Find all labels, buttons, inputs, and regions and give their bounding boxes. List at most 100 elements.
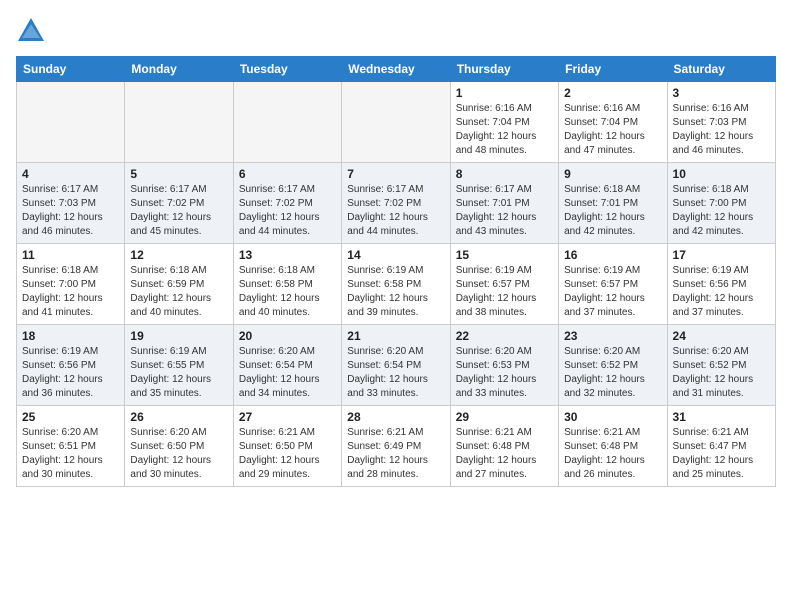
day-number: 12: [130, 248, 227, 262]
day-number: 22: [456, 329, 553, 343]
day-number: 10: [673, 167, 770, 181]
calendar-cell: [233, 82, 341, 163]
day-info: Sunrise: 6:17 AM Sunset: 7:02 PM Dayligh…: [130, 183, 227, 239]
calendar-cell: 19Sunrise: 6:19 AM Sunset: 6:55 PM Dayli…: [125, 325, 233, 406]
calendar-cell: 18 Sunrise: 6:19 AM Sunset: 6:56 PM Dayli…: [17, 325, 125, 406]
day-info: Sunrise: 6:21 AM Sunset: 6:48 PM Dayligh…: [456, 426, 553, 482]
day-number: 1: [456, 86, 553, 100]
calendar-cell: 29 Sunrise: 6:21 AM Sunset: 6:48 PM Dayli…: [450, 406, 558, 487]
calendar-cell: 27Sunrise: 6:21 AM Sunset: 6:50 PM Dayli…: [233, 406, 341, 487]
day-info: Sunrise: 6:16 AM Sunset: 7:04 PM Dayligh…: [564, 102, 661, 158]
calendar-cell: 5 Sunrise: 6:17 AM Sunset: 7:02 PM Daylig…: [125, 163, 233, 244]
day-number: 5: [130, 167, 227, 181]
day-info: Sunrise: 6:20 AM Sunset: 6:53 PM Dayligh…: [456, 345, 553, 401]
day-info: Sunrise: 6:20 AM Sunset: 6:50 PM Dayligh…: [130, 426, 227, 482]
calendar-cell: 23 Sunrise: 6:20 AM Sunset: 6:52 PM Dayli…: [559, 325, 667, 406]
calendar-cell: 25 Sunrise: 6:20 AM Sunset: 6:51 PM Dayli…: [17, 406, 125, 487]
day-info: Sunrise: 6:21 AM Sunset: 6:48 PM Dayligh…: [564, 426, 661, 482]
day-info: Sunrise: 6:21 AM Sunset: 6:49 PM Dayligh…: [347, 426, 444, 482]
header-cell-friday: Friday: [559, 57, 667, 82]
day-number: 23: [564, 329, 661, 343]
day-number: 24: [673, 329, 770, 343]
day-info: Sunrise: 6:20 AM Sunset: 6:52 PM Dayligh…: [564, 345, 661, 401]
day-number: 31: [673, 410, 770, 424]
calendar-cell: 22 Sunrise: 6:20 AM Sunset: 6:53 PM Dayli…: [450, 325, 558, 406]
calendar-cell: 30 Sunrise: 6:21 AM Sunset: 6:48 PM Dayli…: [559, 406, 667, 487]
day-info: Sunrise: 6:20 AM Sunset: 6:54 PM Dayligh…: [347, 345, 444, 401]
week-row: 1 Sunrise: 6:16 AM Sunset: 7:04 PM Daylig…: [17, 82, 776, 163]
calendar-cell: 4 Sunrise: 6:17 AM Sunset: 7:03 PM Daylig…: [17, 163, 125, 244]
logo-icon: [16, 16, 46, 46]
calendar-cell: 6 Sunrise: 6:17 AM Sunset: 7:02 PM Daylig…: [233, 163, 341, 244]
day-info: Sunrise: 6:18 AM Sunset: 6:59 PM Dayligh…: [130, 264, 227, 320]
header-cell-saturday: Saturday: [667, 57, 775, 82]
calendar-cell: 10 Sunrise: 6:18 AM Sunset: 7:00 PM Dayli…: [667, 163, 775, 244]
week-row: 4 Sunrise: 6:17 AM Sunset: 7:03 PM Daylig…: [17, 163, 776, 244]
calendar-cell: 15Sunrise: 6:19 AM Sunset: 6:57 PM Dayli…: [450, 244, 558, 325]
logo: [16, 16, 50, 46]
day-number: 19: [130, 329, 227, 343]
calendar-cell: 31Sunrise: 6:21 AM Sunset: 6:47 PM Dayli…: [667, 406, 775, 487]
day-info: Sunrise: 6:18 AM Sunset: 7:00 PM Dayligh…: [673, 183, 770, 239]
day-number: 21: [347, 329, 444, 343]
calendar-cell: [125, 82, 233, 163]
day-number: 13: [239, 248, 336, 262]
header-cell-sunday: Sunday: [17, 57, 125, 82]
calendar-cell: 24Sunrise: 6:20 AM Sunset: 6:52 PM Dayli…: [667, 325, 775, 406]
calendar-cell: 1 Sunrise: 6:16 AM Sunset: 7:04 PM Daylig…: [450, 82, 558, 163]
calendar-cell: 9 Sunrise: 6:18 AM Sunset: 7:01 PM Daylig…: [559, 163, 667, 244]
day-number: 20: [239, 329, 336, 343]
day-info: Sunrise: 6:17 AM Sunset: 7:03 PM Dayligh…: [22, 183, 119, 239]
week-row: 25 Sunrise: 6:20 AM Sunset: 6:51 PM Dayli…: [17, 406, 776, 487]
header-cell-tuesday: Tuesday: [233, 57, 341, 82]
calendar-header: SundayMondayTuesdayWednesdayThursdayFrid…: [17, 57, 776, 82]
day-number: 29: [456, 410, 553, 424]
week-row: 18 Sunrise: 6:19 AM Sunset: 6:56 PM Dayli…: [17, 325, 776, 406]
day-info: Sunrise: 6:17 AM Sunset: 7:02 PM Dayligh…: [239, 183, 336, 239]
day-number: 25: [22, 410, 119, 424]
day-number: 4: [22, 167, 119, 181]
day-number: 3: [673, 86, 770, 100]
day-info: Sunrise: 6:16 AM Sunset: 7:04 PM Dayligh…: [456, 102, 553, 158]
day-info: Sunrise: 6:18 AM Sunset: 7:01 PM Dayligh…: [564, 183, 661, 239]
calendar-cell: 14Sunrise: 6:19 AM Sunset: 6:58 PM Dayli…: [342, 244, 450, 325]
day-info: Sunrise: 6:16 AM Sunset: 7:03 PM Dayligh…: [673, 102, 770, 158]
calendar-cell: 2 Sunrise: 6:16 AM Sunset: 7:04 PM Daylig…: [559, 82, 667, 163]
calendar-table: SundayMondayTuesdayWednesdayThursdayFrid…: [16, 56, 776, 487]
day-number: 16: [564, 248, 661, 262]
day-number: 28: [347, 410, 444, 424]
day-number: 18: [22, 329, 119, 343]
day-info: Sunrise: 6:17 AM Sunset: 7:02 PM Dayligh…: [347, 183, 444, 239]
day-info: Sunrise: 6:19 AM Sunset: 6:56 PM Dayligh…: [22, 345, 119, 401]
day-info: Sunrise: 6:21 AM Sunset: 6:50 PM Dayligh…: [239, 426, 336, 482]
calendar-cell: 8 Sunrise: 6:17 AM Sunset: 7:01 PM Daylig…: [450, 163, 558, 244]
calendar-cell: 7 Sunrise: 6:17 AM Sunset: 7:02 PM Daylig…: [342, 163, 450, 244]
day-number: 6: [239, 167, 336, 181]
day-info: Sunrise: 6:20 AM Sunset: 6:51 PM Dayligh…: [22, 426, 119, 482]
page-header: [16, 16, 776, 46]
day-number: 9: [564, 167, 661, 181]
day-number: 2: [564, 86, 661, 100]
day-info: Sunrise: 6:18 AM Sunset: 7:00 PM Dayligh…: [22, 264, 119, 320]
calendar-cell: 28 Sunrise: 6:21 AM Sunset: 6:49 PM Dayli…: [342, 406, 450, 487]
day-number: 8: [456, 167, 553, 181]
week-row: 11 Sunrise: 6:18 AM Sunset: 7:00 PM Dayli…: [17, 244, 776, 325]
calendar-cell: 26Sunrise: 6:20 AM Sunset: 6:50 PM Dayli…: [125, 406, 233, 487]
day-info: Sunrise: 6:19 AM Sunset: 6:57 PM Dayligh…: [456, 264, 553, 320]
day-info: Sunrise: 6:18 AM Sunset: 6:58 PM Dayligh…: [239, 264, 336, 320]
calendar-cell: 12 Sunrise: 6:18 AM Sunset: 6:59 PM Dayli…: [125, 244, 233, 325]
day-number: 7: [347, 167, 444, 181]
day-info: Sunrise: 6:19 AM Sunset: 6:57 PM Dayligh…: [564, 264, 661, 320]
day-info: Sunrise: 6:20 AM Sunset: 6:54 PM Dayligh…: [239, 345, 336, 401]
header-cell-monday: Monday: [125, 57, 233, 82]
calendar-cell: 11 Sunrise: 6:18 AM Sunset: 7:00 PM Dayli…: [17, 244, 125, 325]
header-cell-thursday: Thursday: [450, 57, 558, 82]
day-number: 30: [564, 410, 661, 424]
calendar-cell: 3 Sunrise: 6:16 AM Sunset: 7:03 PM Daylig…: [667, 82, 775, 163]
calendar-cell: 20 Sunrise: 6:20 AM Sunset: 6:54 PM Dayli…: [233, 325, 341, 406]
header-cell-wednesday: Wednesday: [342, 57, 450, 82]
day-info: Sunrise: 6:19 AM Sunset: 6:56 PM Dayligh…: [673, 264, 770, 320]
day-number: 11: [22, 248, 119, 262]
day-info: Sunrise: 6:17 AM Sunset: 7:01 PM Dayligh…: [456, 183, 553, 239]
day-number: 14: [347, 248, 444, 262]
